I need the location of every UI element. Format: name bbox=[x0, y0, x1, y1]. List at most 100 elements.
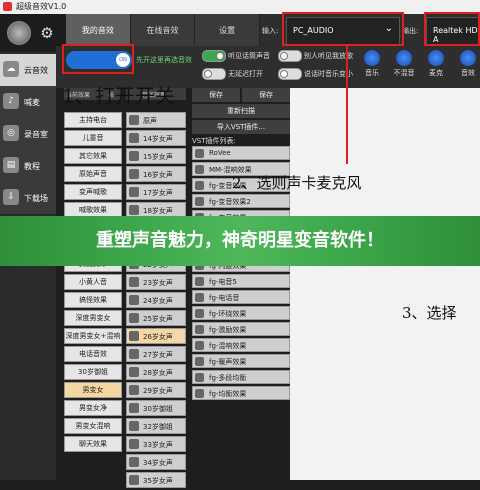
preset-icon bbox=[129, 313, 139, 323]
cloud-icon: ☁ bbox=[3, 61, 19, 77]
effect-label: 麦克 bbox=[429, 69, 443, 77]
vst-plugin-label: fg-激励效果 bbox=[209, 326, 247, 334]
download-icon: ⇩ bbox=[3, 189, 19, 205]
voice-preset-item[interactable]: 33岁女声 bbox=[126, 436, 186, 452]
voice-preset-label: 16岁女声 bbox=[143, 171, 173, 179]
mode-button[interactable]: 其它效果 bbox=[64, 148, 122, 164]
vst-plugin-item[interactable]: fg-电音5 bbox=[192, 274, 290, 288]
preset-icon bbox=[129, 295, 139, 305]
effect-knob[interactable]: 音效 bbox=[454, 50, 480, 78]
mode-button[interactable]: 男变女净 bbox=[64, 400, 122, 416]
effect-icon bbox=[460, 50, 476, 66]
mode-button[interactable]: 30岁御姐 bbox=[64, 364, 122, 380]
mode-button[interactable]: 搞怪效果 bbox=[64, 292, 122, 308]
preset-icon bbox=[129, 115, 139, 125]
others-listen-toggle[interactable] bbox=[278, 50, 302, 62]
mode-button[interactable]: 小黄人音 bbox=[64, 274, 122, 290]
vst-plugin-item[interactable]: fg-电话音 bbox=[192, 290, 290, 304]
voice-preset-item[interactable]: 34岁女声 bbox=[126, 454, 186, 470]
voice-preset-item[interactable]: 26岁女声 bbox=[126, 328, 186, 344]
voice-preset-item[interactable]: 17岁女声 bbox=[126, 184, 186, 200]
mic-knob[interactable]: 麦克 bbox=[422, 50, 450, 78]
vst-plugin-item[interactable]: fg-变音效果2 bbox=[192, 194, 290, 208]
mode-list: 主持电台儿童音其它效果原始声音变声喊歌喊歌效果唱歌效果调音效果女变男净小黄人音搞… bbox=[64, 112, 122, 454]
no-mix-icon bbox=[396, 50, 412, 66]
vst-plugin-item[interactable]: fg-环绕效果 bbox=[192, 306, 290, 320]
plugin-icon bbox=[195, 181, 204, 190]
plugin-icon bbox=[195, 389, 204, 398]
vst-plugin-item[interactable]: fg-多段均衡 bbox=[192, 370, 290, 384]
annotation-step1: 1、打开开关 bbox=[62, 84, 175, 108]
sidebar-item-label: 录音室 bbox=[24, 130, 48, 139]
voice-preset-item[interactable]: 原声 bbox=[126, 112, 186, 128]
mode-button[interactable]: 电话音效 bbox=[64, 346, 122, 362]
vst-plugin-item[interactable]: fg-混响效果 bbox=[192, 338, 290, 352]
vst-plugin-item[interactable]: fg-暖声效果 bbox=[192, 354, 290, 368]
talk-duck-toggle[interactable] bbox=[278, 68, 302, 80]
voice-preset-label: 34岁女声 bbox=[143, 459, 173, 467]
sidebar-item-download[interactable]: ⇩ 下载场 bbox=[0, 182, 56, 215]
sidebar-item-tutorial[interactable]: ▤ 教程 bbox=[0, 150, 56, 183]
mode-button[interactable]: 变声喊歌 bbox=[64, 184, 122, 200]
voice-preset-item[interactable]: 29岁女声 bbox=[126, 382, 186, 398]
vst-plugin-item[interactable]: RoVee bbox=[192, 146, 290, 160]
plugin-icon bbox=[195, 293, 204, 302]
effect-label: 音乐 bbox=[365, 69, 379, 77]
sidebar-item-shout[interactable]: ♪ 喊麦 bbox=[0, 86, 56, 119]
mode-button[interactable]: 主持电台 bbox=[64, 112, 122, 128]
mode-button[interactable]: 深度男变女 bbox=[64, 310, 122, 326]
voice-preset-item[interactable]: 23岁女声 bbox=[126, 274, 186, 290]
vst-plugin-label: fg-均衡效果 bbox=[209, 390, 247, 398]
main-switch-label: 先开这里再选音效 bbox=[136, 56, 192, 64]
rescan-button[interactable]: 重新扫描 bbox=[192, 104, 290, 118]
voice-preset-item[interactable]: 27岁女声 bbox=[126, 346, 186, 362]
plugin-icon bbox=[195, 325, 204, 334]
annotation-area bbox=[290, 88, 480, 480]
gear-icon[interactable]: ⚙ bbox=[38, 24, 56, 42]
import-vst-button[interactable]: 导入VST插件... bbox=[192, 120, 290, 134]
preset-icon bbox=[129, 133, 139, 143]
voice-preset-item[interactable]: 30岁御姐 bbox=[126, 400, 186, 416]
preset-icon bbox=[129, 187, 139, 197]
listen-toggle[interactable] bbox=[202, 50, 226, 62]
save-button[interactable]: 保存 bbox=[192, 88, 240, 102]
mode-button[interactable]: 男变女混响 bbox=[64, 418, 122, 434]
preset-icon bbox=[129, 403, 139, 413]
voice-preset-item[interactable]: 16岁女声 bbox=[126, 166, 186, 182]
preset-icon bbox=[129, 151, 139, 161]
voice-preset-item[interactable]: 25岁女声 bbox=[126, 310, 186, 326]
tab-settings[interactable]: 设置 bbox=[195, 14, 261, 46]
mode-button[interactable]: 深度男变女+混响 bbox=[64, 328, 122, 344]
voice-preset-item[interactable]: 15岁女声 bbox=[126, 148, 186, 164]
music-knob[interactable]: 音乐 bbox=[358, 50, 386, 78]
voice-preset-item[interactable]: 35岁女声 bbox=[126, 472, 186, 488]
plugin-icon bbox=[195, 165, 204, 174]
save-button[interactable]: 保存 bbox=[242, 88, 290, 102]
plugin-icon bbox=[195, 341, 204, 350]
input-label: 输入: bbox=[262, 27, 279, 35]
preset-icon bbox=[129, 349, 139, 359]
voice-preset-item[interactable]: 24岁女声 bbox=[126, 292, 186, 308]
voice-preset-item[interactable]: 28岁女声 bbox=[126, 364, 186, 380]
annotation-step3: 3、选择 bbox=[402, 304, 457, 322]
vst-plugin-item[interactable]: fg-均衡效果 bbox=[192, 386, 290, 400]
highlight-power-switch bbox=[62, 44, 134, 74]
no-delay-toggle[interactable] bbox=[202, 68, 226, 80]
mode-button[interactable]: 男变女 bbox=[64, 382, 122, 398]
preset-icon bbox=[129, 385, 139, 395]
mode-button[interactable]: 聊天效果 bbox=[64, 436, 122, 452]
voice-preset-item[interactable]: 14岁女声 bbox=[126, 130, 186, 146]
voice-preset-label: 25岁女声 bbox=[143, 315, 173, 323]
tab-online-effects[interactable]: 在线音效 bbox=[130, 14, 196, 46]
sidebar-item-studio[interactable]: ◎ 录音室 bbox=[0, 118, 56, 151]
highlight-output-device bbox=[424, 12, 480, 46]
voice-preset-item[interactable]: 32岁御姐 bbox=[126, 418, 186, 434]
tab-my-effects[interactable]: 我的音效 bbox=[66, 14, 131, 46]
voice-preset-label: 17岁女声 bbox=[143, 189, 173, 197]
no-mix-knob[interactable]: 不混音 bbox=[390, 50, 418, 78]
sidebar-item-label: 喊麦 bbox=[24, 98, 40, 107]
mode-button[interactable]: 原始声音 bbox=[64, 166, 122, 182]
vst-plugin-item[interactable]: fg-激励效果 bbox=[192, 322, 290, 336]
mode-button[interactable]: 儿童音 bbox=[64, 130, 122, 146]
sidebar-item-cloud[interactable]: ☁ 云音效 bbox=[0, 54, 56, 87]
